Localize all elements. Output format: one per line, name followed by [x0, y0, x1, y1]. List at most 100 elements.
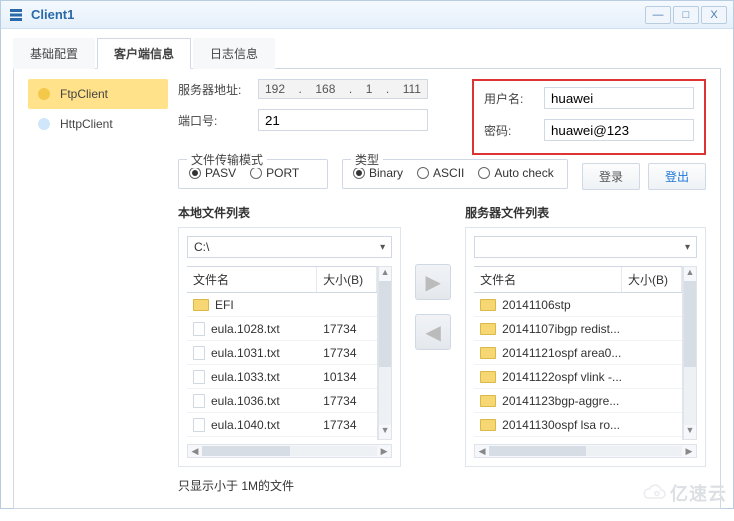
port-input[interactable]: [258, 109, 428, 131]
file-name: 20141123bgp-aggre...: [502, 394, 619, 408]
client-sidebar: FtpClient HttpClient: [28, 79, 168, 496]
data-type-legend: 类型: [351, 151, 383, 168]
app-window: Client1 — □ X 基础配置 客户端信息 日志信息 FtpClient: [0, 0, 734, 509]
table-row[interactable]: eula.1031.txt17734: [187, 341, 377, 365]
radio-pasv[interactable]: PASV: [189, 166, 236, 180]
file-size: 10134: [317, 370, 377, 384]
folder-icon: [480, 347, 496, 359]
chevron-right-icon: ▶: [425, 270, 440, 295]
tab-client-info[interactable]: 客户端信息: [97, 38, 191, 69]
transfer-mode-legend: 文件传输模式: [187, 151, 267, 168]
watermark: 亿速云: [642, 480, 727, 506]
transfer-buttons: ▶ ◀: [415, 264, 451, 350]
status-dot-icon: [38, 88, 50, 100]
logout-button[interactable]: 登出: [648, 163, 706, 190]
download-button[interactable]: ◀: [415, 314, 451, 350]
radio-port[interactable]: PORT: [250, 166, 299, 180]
close-button[interactable]: X: [701, 6, 727, 24]
radio-binary[interactable]: Binary: [353, 166, 403, 180]
table-row[interactable]: 20141106stp: [474, 293, 682, 317]
horizontal-scrollbar[interactable]: ◀ ▶: [187, 444, 392, 458]
minimize-button[interactable]: —: [645, 6, 671, 24]
radio-ascii[interactable]: ASCII: [417, 166, 464, 180]
vertical-scrollbar[interactable]: ▲ ▼: [378, 266, 392, 440]
table-row[interactable]: eula.1028.txt17734: [187, 317, 377, 341]
password-input[interactable]: [544, 119, 694, 141]
file-size: 17734: [317, 322, 377, 336]
status-dot-icon: [38, 118, 50, 130]
sidebar-item-label: HttpClient: [60, 117, 113, 131]
username-label: 用户名:: [484, 90, 544, 107]
table-row[interactable]: eula.1033.txt10134: [187, 365, 377, 389]
table-row[interactable]: 20141130ospf lsa ro...: [474, 413, 682, 437]
scroll-down-icon[interactable]: ▼: [684, 425, 696, 439]
local-file-table: 文件名 大小(B) EFI eula.1028.txt17734eula.1031…: [187, 266, 378, 440]
scroll-up-icon[interactable]: ▲: [379, 267, 391, 281]
folder-icon: [480, 323, 496, 335]
filesize-note: 只显示小于 1M的文件: [178, 477, 706, 494]
file-name: 20141130ospf lsa ro...: [502, 418, 620, 432]
scroll-left-icon[interactable]: ◀: [475, 446, 489, 457]
scroll-right-icon[interactable]: ▶: [682, 446, 696, 457]
server-list-title: 服务器文件列表: [465, 204, 706, 221]
server-file-list: 服务器文件列表 ▾ 文件名: [465, 204, 706, 467]
col-filename[interactable]: 文件名: [187, 267, 317, 292]
scroll-up-icon[interactable]: ▲: [684, 267, 696, 281]
table-row[interactable]: 20141107ibgp redist...: [474, 317, 682, 341]
file-icon: [193, 322, 205, 336]
maximize-button[interactable]: □: [673, 6, 699, 24]
local-path-dropdown[interactable]: C:\ ▾: [187, 236, 392, 258]
port-label: 端口号:: [178, 112, 258, 129]
tab-panel: FtpClient HttpClient 服务器地址: 192.: [13, 69, 721, 509]
file-icon: [193, 418, 205, 432]
scroll-down-icon[interactable]: ▼: [379, 425, 391, 439]
table-row[interactable]: 20141122ospf vlink -...: [474, 365, 682, 389]
file-name: eula.1036.txt: [211, 394, 280, 408]
app-icon: [7, 6, 25, 24]
vertical-scrollbar[interactable]: ▲ ▼: [683, 266, 697, 440]
col-size[interactable]: 大小(B): [317, 267, 377, 292]
sidebar-item-httpclient[interactable]: HttpClient: [28, 109, 168, 139]
folder-icon: [480, 371, 496, 383]
tab-basic-config[interactable]: 基础配置: [13, 38, 95, 69]
table-row[interactable]: 20141121ospf area0...: [474, 341, 682, 365]
radio-autocheck[interactable]: Auto check: [478, 166, 553, 180]
table-row[interactable]: EFI: [187, 293, 377, 317]
table-row[interactable]: eula.1040.txt17734: [187, 413, 377, 437]
table-row[interactable]: 20141123bgp-aggre...: [474, 389, 682, 413]
folder-icon: [193, 299, 209, 311]
credentials-highlight: 用户名: 密码:: [472, 79, 706, 155]
file-size: 17734: [317, 394, 377, 408]
login-button[interactable]: 登录: [582, 163, 640, 190]
cloud-icon: [642, 484, 666, 502]
file-name: 20141106stp: [502, 298, 571, 312]
folder-icon: [480, 395, 496, 407]
tabstrip: 基础配置 客户端信息 日志信息: [13, 37, 721, 69]
window-buttons: — □ X: [645, 6, 727, 24]
table-row[interactable]: eula.1036.txt 17734: [187, 389, 377, 413]
file-icon: [193, 370, 205, 384]
file-icon: [193, 346, 205, 360]
local-file-list: 本地文件列表 C:\ ▾ 文件名: [178, 204, 401, 467]
server-ip-input[interactable]: 192. 168. 1. 111: [258, 79, 428, 99]
file-name: 20141107ibgp redist...: [502, 322, 620, 336]
col-filename[interactable]: 文件名: [474, 267, 622, 292]
file-name: 20141122ospf vlink -...: [502, 370, 622, 384]
upload-button[interactable]: ▶: [415, 264, 451, 300]
chevron-down-icon: ▾: [380, 242, 385, 253]
scroll-right-icon[interactable]: ▶: [377, 446, 391, 457]
horizontal-scrollbar[interactable]: ◀ ▶: [474, 444, 697, 458]
titlebar: Client1 — □ X: [1, 1, 733, 29]
username-input[interactable]: [544, 87, 694, 109]
sidebar-item-ftpclient[interactable]: FtpClient: [28, 79, 168, 109]
file-name: 20141121ospf area0...: [502, 346, 621, 360]
server-path-dropdown[interactable]: ▾: [474, 236, 697, 258]
file-icon: [193, 394, 205, 408]
tab-log-info[interactable]: 日志信息: [193, 38, 275, 69]
folder-icon: [480, 299, 496, 311]
app-title: Client1: [31, 7, 645, 22]
col-size[interactable]: 大小(B): [622, 267, 682, 292]
file-name: EFI: [215, 298, 234, 312]
scroll-left-icon[interactable]: ◀: [188, 446, 202, 457]
server-address-label: 服务器地址:: [178, 81, 258, 98]
